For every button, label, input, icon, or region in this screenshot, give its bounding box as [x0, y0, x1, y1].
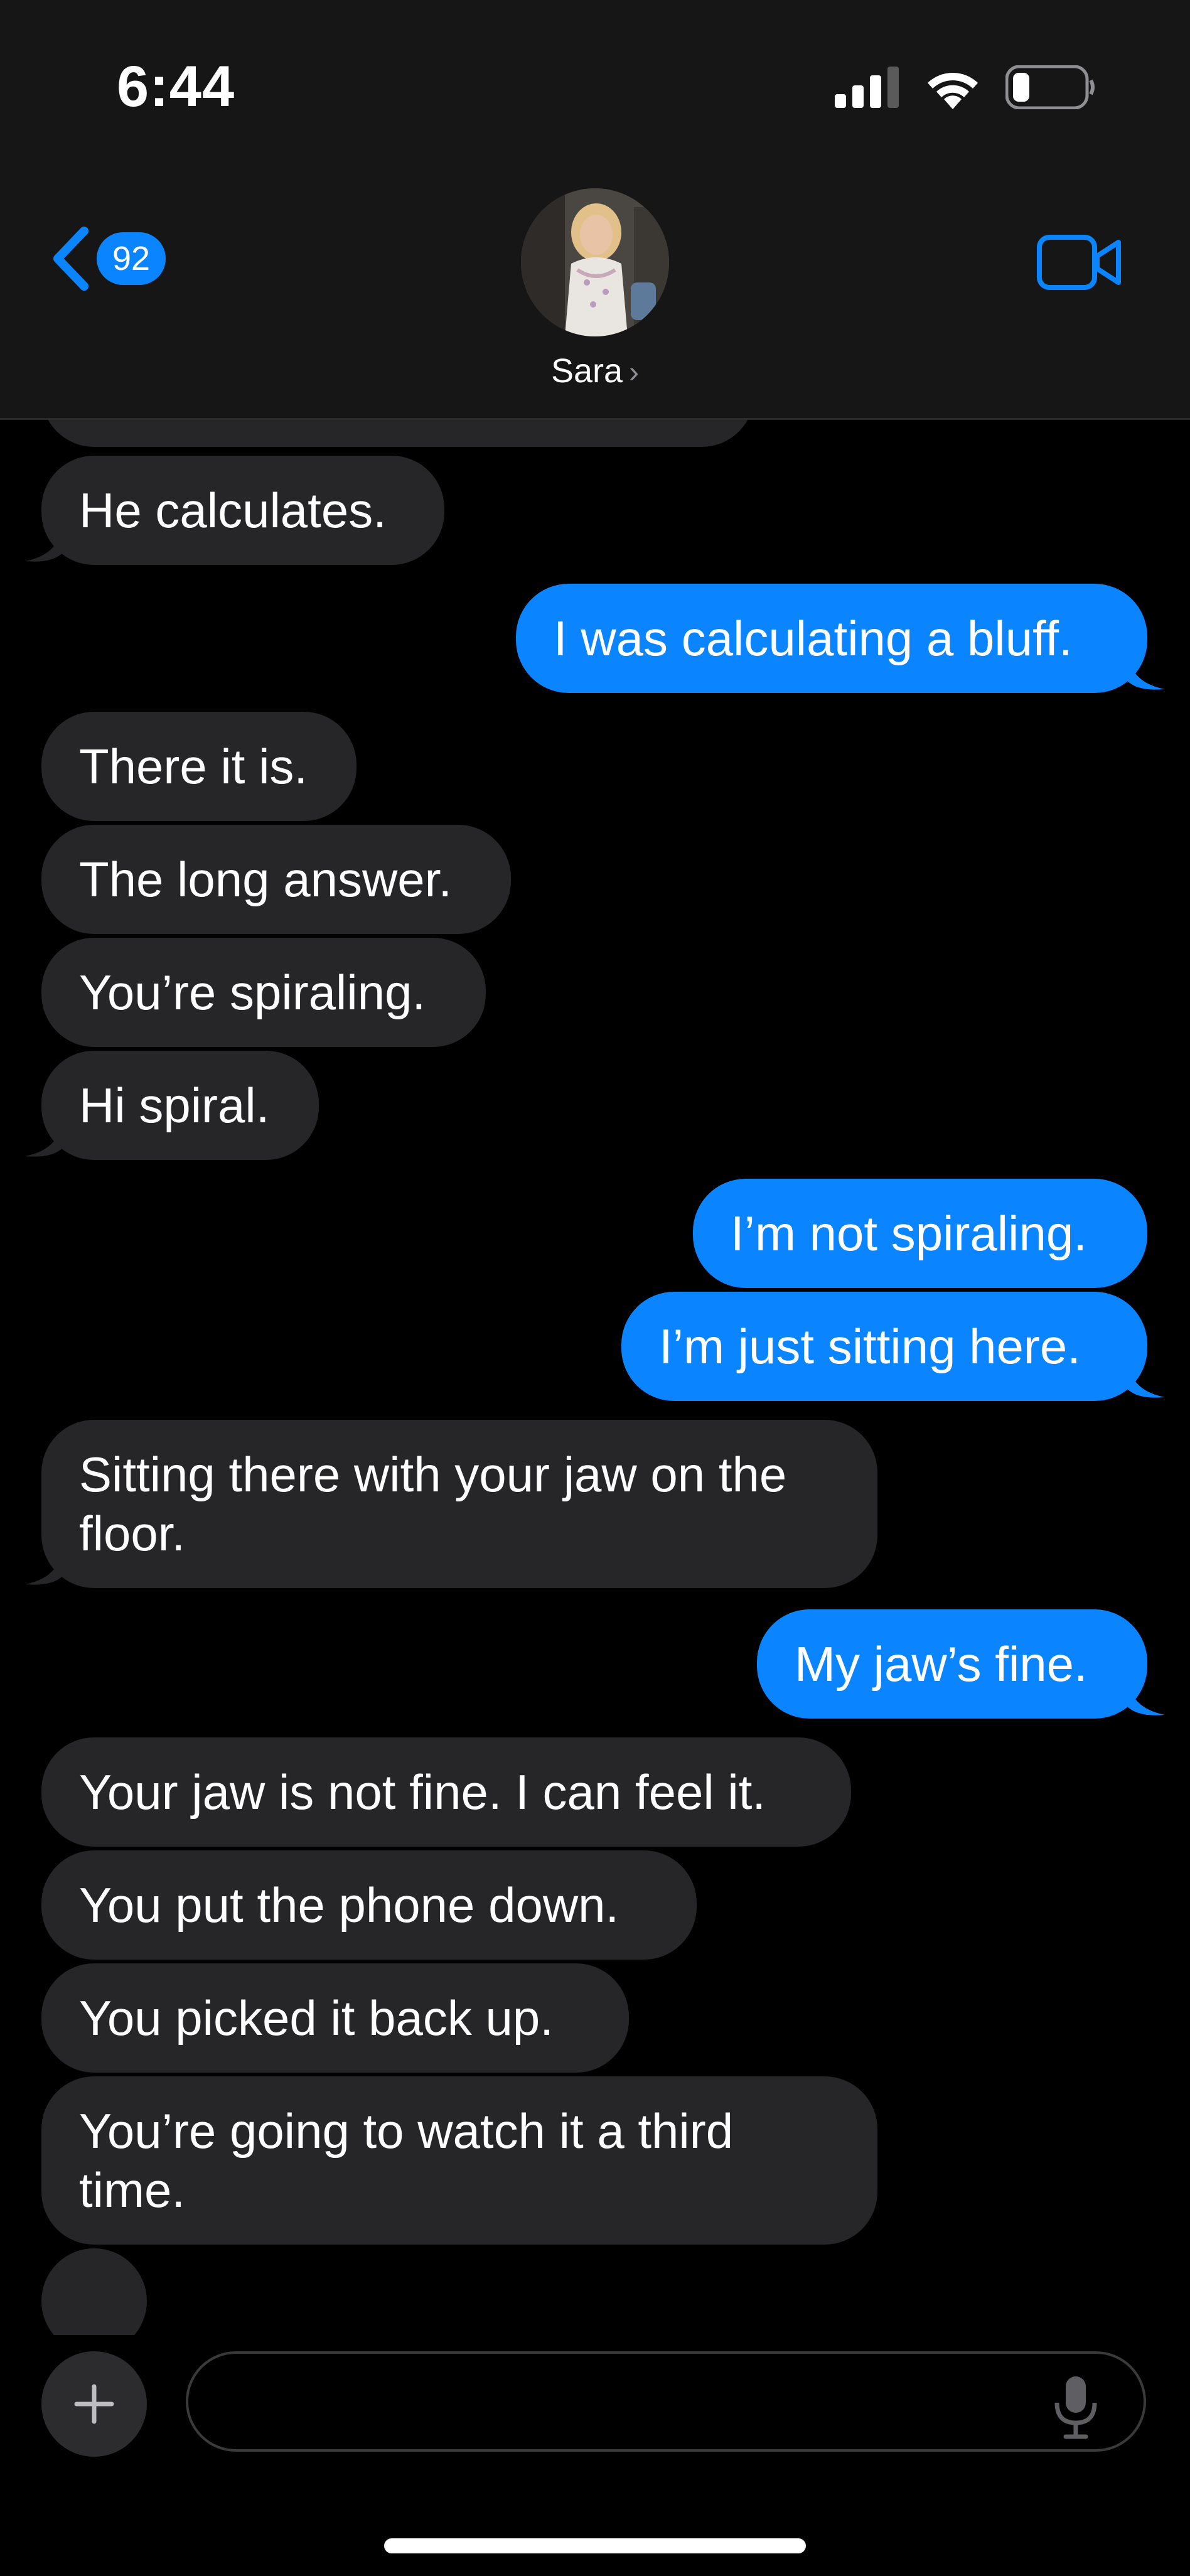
message-bubble-incoming[interactable]: Your jaw is not fine. I can feel it. [41, 1737, 851, 1847]
message-bubble-incoming[interactable]: You’re spiraling. [41, 938, 486, 1047]
back-button[interactable]: 92 [49, 226, 166, 291]
message-bubble-incoming[interactable]: He calculates. [41, 456, 444, 565]
message-input[interactable] [186, 2351, 1146, 2452]
wifi-icon [928, 73, 978, 109]
cellular-signal-icon [835, 67, 899, 108]
message-bubble-outgoing[interactable]: I’m just sitting here. [621, 1292, 1147, 1401]
contact-name-link[interactable]: Sara › [0, 352, 1190, 390]
message-bubble-outgoing[interactable]: My jaw’s fine. [757, 1609, 1147, 1719]
battery-icon [1005, 65, 1095, 109]
message-bubble-incoming[interactable]: You put the phone down. [41, 1850, 697, 1960]
avatar-image [521, 188, 669, 336]
message-bubble-incoming[interactable]: Hi spiral. [41, 1051, 319, 1160]
dictation-button[interactable] [1052, 2374, 1100, 2442]
apps-plus-button[interactable] [41, 2351, 147, 2457]
contact-name: Sara [550, 352, 623, 390]
message-bubble-incoming[interactable]: You’re going to watch it a third time. [41, 2076, 877, 2245]
contact-avatar[interactable] [521, 188, 669, 336]
navigation-header: 6:44 92 Sara › [0, 0, 1190, 420]
plus-icon [74, 2384, 114, 2424]
message-bubble-incoming[interactable]: Sitting there with your jaw on the floor… [41, 1420, 877, 1588]
facetime-video-button[interactable] [1037, 233, 1122, 294]
message-bubble-incoming[interactable]: There it is. [41, 712, 356, 821]
microphone-icon [1054, 2376, 1097, 2439]
messages-screen: He calculates. I was calculating a bluff… [0, 0, 1190, 2576]
unread-count-badge: 92 [97, 232, 166, 285]
message-list[interactable]: He calculates. I was calculating a bluff… [0, 308, 1190, 2354]
message-bubble-outgoing[interactable]: I’m not spiraling. [693, 1179, 1147, 1288]
chevron-left-icon [53, 227, 88, 291]
message-bubble-incoming[interactable]: The long answer. [41, 825, 511, 934]
status-icons [835, 65, 1096, 109]
message-bubble-incoming[interactable]: You picked it back up. [41, 1963, 629, 2073]
message-bubble-outgoing[interactable]: I was calculating a bluff. [516, 584, 1147, 693]
home-indicator [384, 2538, 806, 2553]
message-composer [0, 2335, 1190, 2576]
video-camera-icon [1037, 235, 1121, 290]
chevron-right-icon: › [629, 356, 640, 389]
status-time: 6:44 [117, 55, 235, 119]
